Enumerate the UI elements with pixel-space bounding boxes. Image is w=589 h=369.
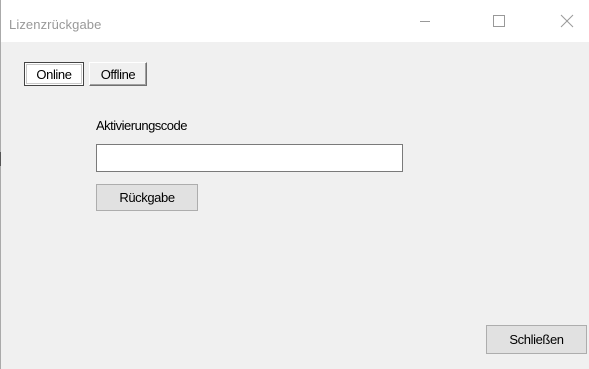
close-icon bbox=[560, 14, 574, 28]
tab-offline[interactable]: Offline bbox=[89, 62, 147, 86]
return-button-label: Rückgabe bbox=[119, 190, 175, 205]
tab-offline-label: Offline bbox=[100, 66, 136, 82]
activation-code-input[interactable] bbox=[96, 144, 403, 172]
license-return-window: Lizenzrückgabe Online Offline Aktivierun bbox=[0, 0, 589, 369]
close-window-button[interactable] bbox=[544, 0, 589, 42]
maximize-icon bbox=[493, 15, 505, 27]
window-edge-mark bbox=[0, 152, 1, 166]
activation-code-label: Aktivierungscode bbox=[96, 118, 188, 133]
window-title: Lizenzrückgabe bbox=[9, 17, 102, 32]
dialog-body: Online Offline Aktivierungscode Rückgabe… bbox=[0, 42, 589, 369]
title-bar[interactable]: Lizenzrückgabe bbox=[1, 0, 589, 42]
tab-online-label: Online bbox=[36, 66, 72, 82]
minimize-button[interactable] bbox=[402, 0, 448, 42]
tab-online[interactable]: Online bbox=[24, 62, 84, 86]
close-button-label: Schließen bbox=[509, 332, 564, 347]
maximize-button[interactable] bbox=[476, 0, 522, 42]
minimize-icon bbox=[420, 21, 430, 22]
close-button[interactable]: Schließen bbox=[486, 325, 587, 354]
return-button[interactable]: Rückgabe bbox=[96, 184, 198, 211]
